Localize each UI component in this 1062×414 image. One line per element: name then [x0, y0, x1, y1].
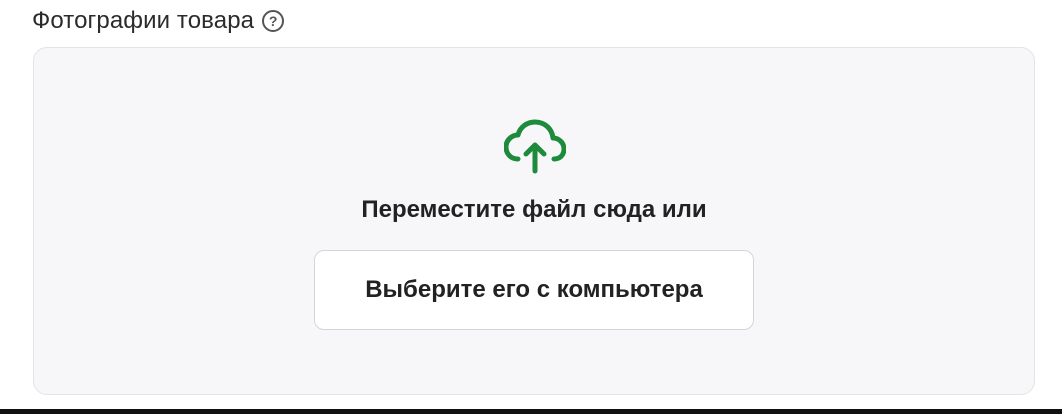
help-icon[interactable]: ?: [262, 10, 285, 32]
cloud-upload-icon: [504, 119, 566, 174]
choose-file-button[interactable]: Выберите его с компьютера: [314, 250, 754, 330]
photos-section-header: Фотографии товара ?: [32, 4, 285, 38]
bottom-divider: [0, 409, 1062, 414]
drop-instructions: Переместите файл сюда или: [361, 196, 707, 223]
section-title: Фотографии товара: [32, 7, 255, 34]
